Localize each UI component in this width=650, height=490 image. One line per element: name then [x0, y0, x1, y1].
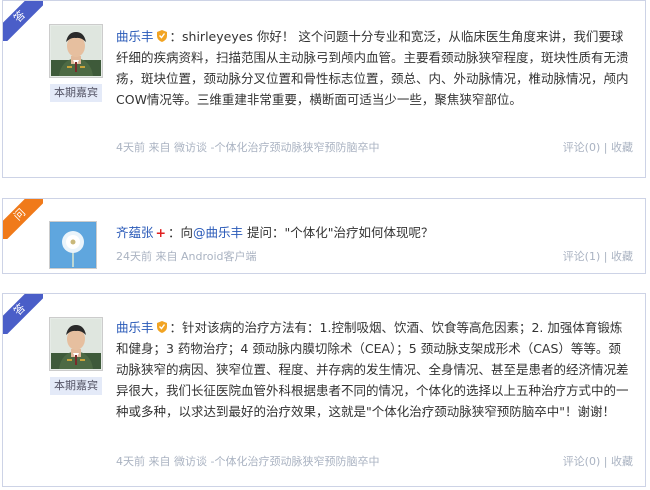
guest-avatar[interactable] — [49, 317, 103, 371]
answer-card-1: 答 本期嘉宾 曲乐丰 ：shirleyeyes 你好！ 这个问题十分专业和宽泛，从… — [2, 0, 646, 178]
author-name[interactable]: 曲乐丰 — [116, 320, 154, 335]
guest-badge: 本期嘉宾 — [50, 377, 102, 395]
comment-link[interactable]: 评论(0) — [563, 141, 601, 154]
author-name[interactable]: 齐蕴张 — [116, 225, 154, 240]
question-ribbon: 问 — [3, 199, 43, 239]
guest-badge: 本期嘉宾 — [50, 84, 102, 102]
doctor-avatar-icon — [51, 26, 101, 76]
vip-badge-icon — [156, 30, 167, 42]
source-link[interactable]: Android客户端 — [181, 250, 257, 263]
favorite-link[interactable]: 收藏 — [611, 455, 633, 468]
source-link[interactable]: 微访谈 -个体化治疗颈动脉狭窄预防脑卒中 — [174, 455, 379, 468]
user-avatar[interactable] — [49, 221, 97, 269]
question-card: 问 齐蕴张 + ：向@曲乐丰 提问："个体化"治疗如何体现呢？ 24天前 来自 An… — [2, 198, 646, 274]
post-meta: 4天前 来自 微访谈 -个体化治疗颈动脉狭窄预防脑卒中 评论(0) | 收藏 — [116, 141, 633, 154]
source-link[interactable]: 微访谈 -个体化治疗颈动脉狭窄预防脑卒中 — [174, 141, 379, 154]
favorite-link[interactable]: 收藏 — [611, 250, 633, 263]
answer-ribbon: 答 — [3, 294, 43, 334]
follow-plus-icon[interactable]: + — [156, 225, 166, 240]
doctor-avatar-icon — [51, 319, 101, 369]
comment-link[interactable]: 评论(1) — [563, 250, 601, 263]
author-name[interactable]: 曲乐丰 — [116, 29, 154, 44]
dandelion-avatar-icon — [51, 223, 95, 267]
post-meta: 24天前 来自 Android客户端 评论(1) | 收藏 — [116, 250, 633, 263]
answer-text: 曲乐丰 ：shirleyeyes 你好！ 这个问题十分专业和宽泛，从临床医生角度来… — [116, 29, 629, 107]
question-text: 齐蕴张 + ：向@曲乐丰 提问："个体化"治疗如何体现呢？ — [116, 225, 434, 240]
favorite-link[interactable]: 收藏 — [611, 141, 633, 154]
answer-card-2: 答 本期嘉宾 曲乐丰 ：针对该病的治疗方法有：1.控制吸烟、饮酒、饮食等高危因素；… — [2, 293, 646, 487]
answer-ribbon: 答 — [3, 1, 43, 41]
vip-badge-icon — [156, 321, 167, 333]
post-meta: 4天前 来自 微访谈 -个体化治疗颈动脉狭窄预防脑卒中 评论(0) | 收藏 — [116, 455, 633, 468]
answer-text: 曲乐丰 ：针对该病的治疗方法有：1.控制吸烟、饮酒、饮食等高危因素；2. 加强体育… — [116, 320, 629, 419]
mention-link[interactable]: @曲乐丰 — [193, 225, 243, 240]
guest-avatar[interactable] — [49, 24, 103, 78]
comment-link[interactable]: 评论(0) — [563, 455, 601, 468]
